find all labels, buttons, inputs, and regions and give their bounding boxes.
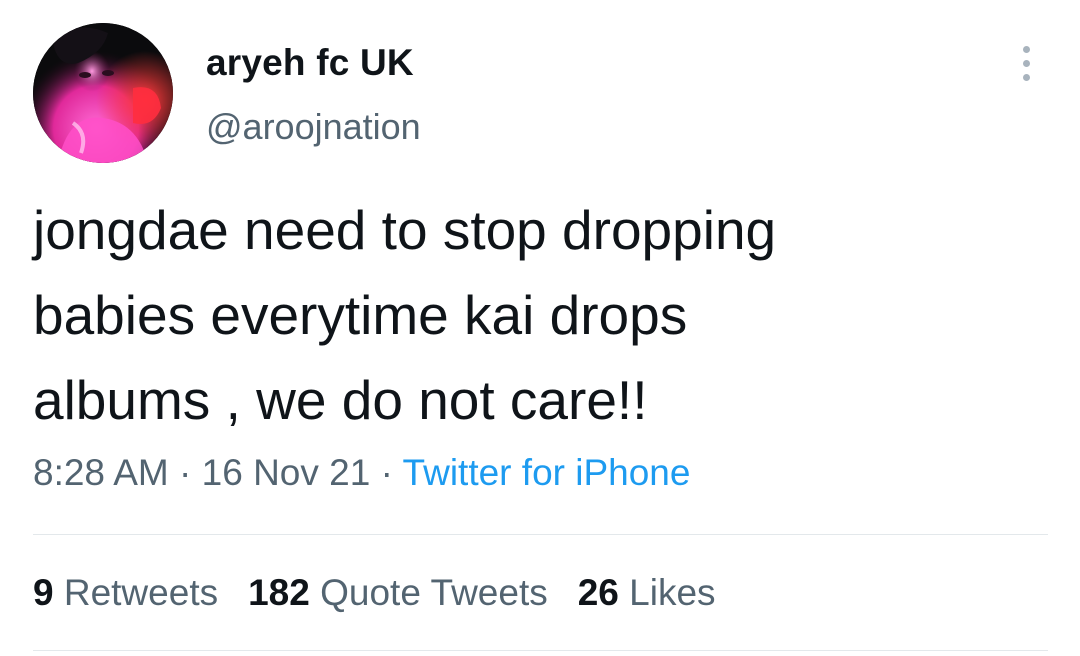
- likes-label: Likes: [629, 572, 716, 613]
- tweet-date[interactable]: 16 Nov 21: [202, 452, 371, 493]
- tweet-time[interactable]: 8:28 AM: [33, 452, 169, 493]
- retweets-stat[interactable]: 9 Retweets: [33, 570, 218, 616]
- likes-count: 26: [577, 572, 619, 613]
- more-dot: [1023, 46, 1030, 53]
- display-name[interactable]: aryeh fc UK: [206, 41, 414, 85]
- more-dot: [1023, 60, 1030, 67]
- tweet-stats: 9 Retweets 182 Quote Tweets 26 Likes: [33, 570, 746, 616]
- meta-separator: ·: [370, 452, 403, 493]
- quote-tweets-label: Quote Tweets: [320, 572, 548, 613]
- retweets-label: Retweets: [63, 572, 219, 613]
- tweet-text: jongdae need to stop dropping babies eve…: [33, 199, 777, 431]
- avatar-image: [33, 23, 173, 163]
- tweet-source-link[interactable]: Twitter for iPhone: [403, 452, 691, 493]
- quote-tweets-stat[interactable]: 182 Quote Tweets: [248, 570, 548, 616]
- meta-separator: ·: [168, 452, 202, 493]
- tweet-meta: 8:28 AM · 16 Nov 21 · Twitter for iPhone: [33, 450, 690, 496]
- more-dot: [1023, 74, 1030, 81]
- retweets-count: 9: [33, 572, 54, 613]
- user-handle[interactable]: @aroojnation: [206, 106, 421, 148]
- quote-tweets-count: 182: [248, 572, 310, 613]
- likes-stat[interactable]: 26 Likes: [578, 570, 716, 616]
- avatar[interactable]: [33, 23, 173, 163]
- divider: [33, 650, 1048, 651]
- divider: [33, 534, 1048, 535]
- more-options-icon[interactable]: [1008, 40, 1044, 86]
